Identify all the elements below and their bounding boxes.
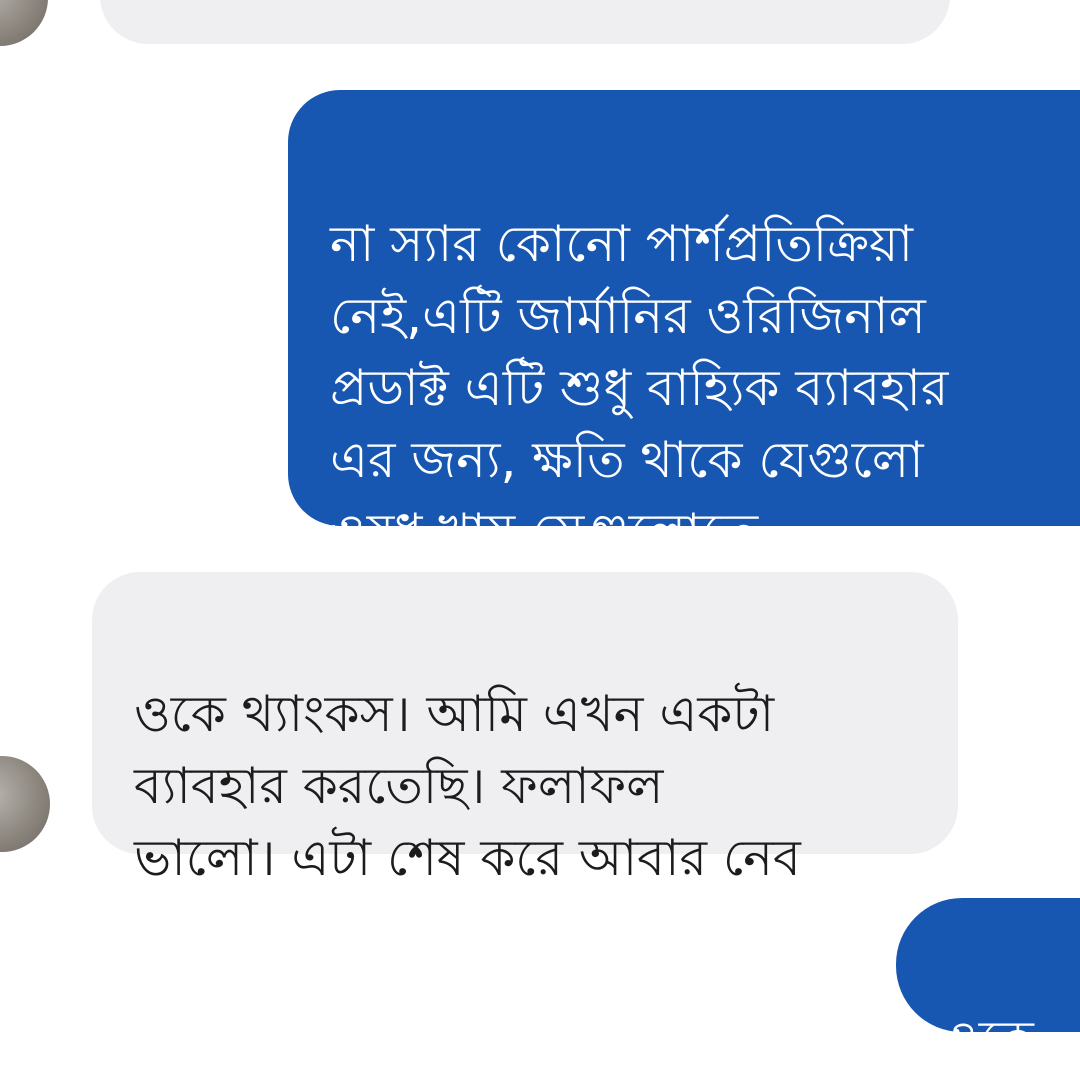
chat-thread: না স্যার কোনো পার্শপ্রতিক্রিয়া নেই,এটি … (0, 0, 1080, 1080)
incoming-message-bubble[interactable]: ওকে থ্যাংকস। আমি এখন একটা ব্যাবহার করতেছ… (92, 572, 958, 887)
avatar[interactable] (0, 0, 48, 46)
outgoing-message-bubble[interactable]: না স্যার কোনো পার্শপ্রতিক্রিয়া নেই,এটি … (288, 90, 1080, 561)
message-text: না স্যার কোনো পার্শপ্রতিক্রিয়া নেই,এটি … (330, 215, 949, 561)
incoming-message-bubble[interactable] (100, 0, 950, 44)
message-text: ওকে থ্যাংকস। আমি এখন একটা ব্যাবহার করতেছ… (134, 685, 801, 887)
outgoing-message-bubble[interactable]: ওকে (896, 898, 1080, 1068)
avatar[interactable] (0, 756, 50, 852)
message-text: ওকে (942, 1010, 1034, 1068)
